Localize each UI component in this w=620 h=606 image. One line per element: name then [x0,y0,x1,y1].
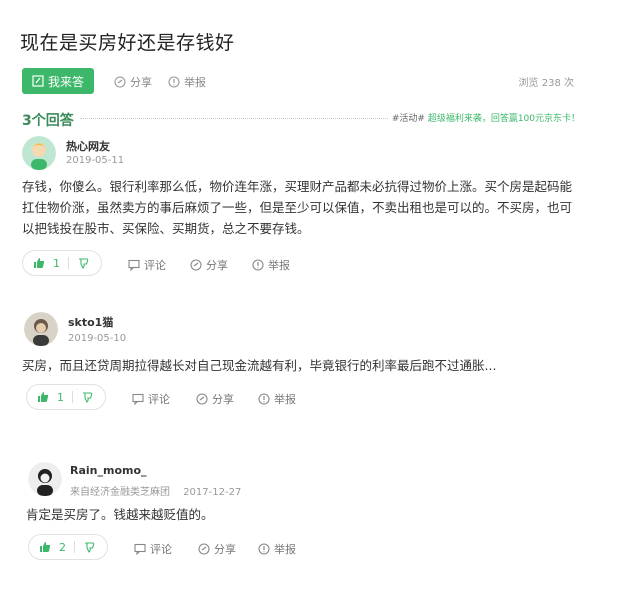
avatar[interactable] [28,462,62,496]
promo-text: 超级福利来袭，回答赢100元京东卡！ [427,114,580,124]
report-icon [258,543,270,555]
thumbs-down-icon[interactable] [81,391,93,403]
share-label: 分享 [206,259,228,272]
promo-link[interactable]: #活动# 超级福利来袭，回答赢100元京东卡！ [387,111,580,124]
report-label: 举报 [274,393,296,406]
report-label: 举报 [274,543,296,556]
avatar[interactable] [22,136,56,170]
thumbs-up-icon[interactable] [33,257,45,269]
answer-button[interactable]: 我来答 [22,68,94,94]
vote-divider [74,541,75,553]
comment-icon [132,393,144,405]
answer-content: 肯定是买房了。钱越来越贬值的。 [26,507,214,522]
share-label: 分享 [130,76,152,89]
share-icon [198,543,210,555]
thumbs-up-icon[interactable] [39,541,51,553]
vote-divider [68,257,69,269]
answer-content: 存钱，你傻么。银行利率那么低，物价连年涨，买理财产品都未必抗得过物价上涨。买个房… [22,179,573,236]
comment-button[interactable]: 评论 [134,541,172,557]
share-label: 分享 [212,393,234,406]
report-label: 举报 [268,259,290,272]
answer-date: 2019-05-11 [66,155,125,166]
report-icon [252,259,264,271]
username[interactable]: 热心网友 [66,138,110,154]
thumbs-down-icon[interactable] [83,541,95,553]
answer-content: 买房，而且还贷周期拉得越长对自己现金流越有利，毕竟银行的利率最后跑不过通胀... [22,358,497,373]
report-label: 举报 [184,76,206,89]
answer-count: 3个回答 [22,113,74,129]
username[interactable]: Rain_momo_ [70,464,147,477]
comment-icon [128,259,140,271]
share-icon [114,76,126,88]
share-button[interactable]: 分享 [114,74,152,90]
question-title: 现在是买房好还是存钱好 [20,32,235,54]
report-button[interactable]: 举报 [252,257,290,273]
vote-box: 1 [22,250,102,276]
comment-icon [134,543,146,555]
vote-box: 1 [26,384,106,410]
answer-meta: 来自经济金融类芝麻团 2017-12-27 [70,483,241,498]
like-count: 1 [53,256,60,270]
comment-button[interactable]: 评论 [128,257,166,273]
like-count: 2 [59,540,66,554]
answer-source[interactable]: 来自经济金融类芝麻团 [70,487,170,498]
share-icon [196,393,208,405]
share-button[interactable]: 分享 [198,541,236,557]
thumbs-down-icon[interactable] [77,257,89,269]
vote-box: 2 [28,534,108,560]
share-label: 分享 [214,543,236,556]
report-icon [168,76,180,88]
share-button[interactable]: 分享 [190,257,228,273]
avatar[interactable] [24,312,58,346]
comment-button[interactable]: 评论 [132,391,170,407]
report-button[interactable]: 举报 [168,74,206,90]
answer-button-label: 我来答 [47,74,84,89]
like-count: 1 [57,390,64,404]
answer-date: 2019-05-10 [68,333,127,344]
vote-divider [72,391,73,403]
share-button[interactable]: 分享 [196,391,234,407]
thumbs-up-icon[interactable] [37,391,49,403]
answer-date: 2017-12-27 [183,487,242,498]
edit-icon [32,75,44,87]
report-icon [258,393,270,405]
report-button[interactable]: 举报 [258,541,296,557]
username[interactable]: skto1猫 [68,314,113,330]
comment-label: 评论 [144,259,166,272]
share-icon [190,259,202,271]
view-count: 浏览 238 次 [518,78,574,89]
promo-tag: #活动# [391,114,425,124]
comment-label: 评论 [150,543,172,556]
report-button[interactable]: 举报 [258,391,296,407]
comment-label: 评论 [148,393,170,406]
